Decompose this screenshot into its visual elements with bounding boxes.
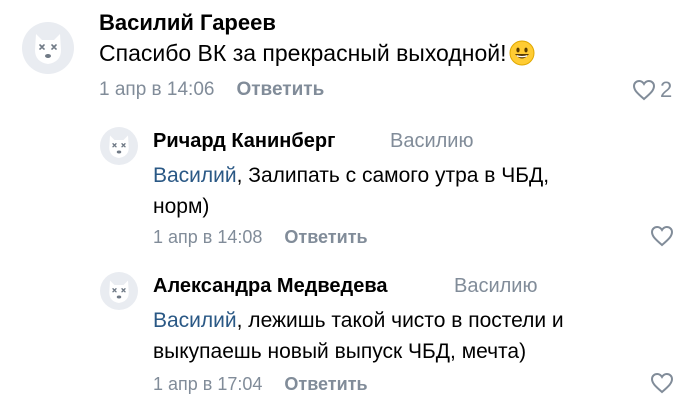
avatar[interactable]: [100, 127, 138, 165]
mention-link[interactable]: Василий: [153, 164, 237, 187]
reply-button[interactable]: Ответить: [284, 227, 367, 247]
comment-text-body: Спасибо ВК за прекрасный выходной!: [99, 40, 507, 66]
grinning-face-emoji-icon: [509, 40, 535, 72]
like-button[interactable]: [650, 225, 674, 247]
dog-avatar-icon: [35, 34, 61, 64]
comment-author[interactable]: Ричард Канинберг: [153, 130, 335, 153]
mention-link[interactable]: Василий: [153, 309, 237, 332]
comment-text: Спасибо ВК за прекрасный выходной!: [99, 40, 535, 72]
like-button[interactable]: 2: [632, 77, 672, 103]
heart-icon: [632, 79, 656, 101]
comment: Василий Гареев Спасибо ВК за прекрасный …: [0, 0, 700, 110]
comment-meta: 1 апр в 14:06 Ответить: [99, 79, 324, 101]
comment-text-line2: норм): [153, 195, 210, 218]
dog-avatar-icon: [109, 280, 129, 303]
comment-meta: 1 апр в 17:04 Ответить: [153, 374, 368, 395]
comment-timestamp[interactable]: 1 апр в 14:08: [153, 227, 262, 247]
comment-text-line2: выкупаешь новый выпуск ЧБД, мечта): [153, 340, 527, 363]
comment-text-line1: , Залипать с самого утра в ЧБД,: [236, 164, 550, 187]
like-count: 2: [660, 77, 673, 102]
avatar[interactable]: [100, 272, 138, 310]
avatar[interactable]: [22, 22, 74, 74]
reply-comment: Александра Медведева Василию Василий, ле…: [0, 260, 700, 416]
comment-text: Василий, лежишь такой чисто в постели и …: [153, 305, 564, 367]
comment-author[interactable]: Василий Гареев: [99, 10, 276, 36]
reply-to-label[interactable]: Василию: [390, 130, 473, 153]
reply-to-label[interactable]: Василию: [454, 275, 537, 298]
comment-meta: 1 апр в 14:08 Ответить: [153, 227, 368, 248]
comment-author[interactable]: Александра Медведева: [153, 275, 388, 298]
heart-icon: [650, 225, 674, 247]
heart-icon: [650, 372, 674, 394]
reply-comment: Ричард Канинберг Василию Василий, Залипа…: [0, 110, 700, 260]
like-button[interactable]: [650, 372, 674, 394]
comment-text-line1: , лежишь такой чисто в постели и: [236, 309, 564, 332]
reply-button[interactable]: Ответить: [284, 374, 367, 394]
dog-avatar-icon: [109, 135, 129, 158]
comment-timestamp[interactable]: 1 апр в 14:06: [99, 79, 214, 100]
comment-text: Василий, Залипать с самого утра в ЧБД, н…: [153, 160, 549, 222]
reply-button[interactable]: Ответить: [236, 79, 324, 100]
comment-timestamp[interactable]: 1 апр в 17:04: [153, 374, 262, 394]
